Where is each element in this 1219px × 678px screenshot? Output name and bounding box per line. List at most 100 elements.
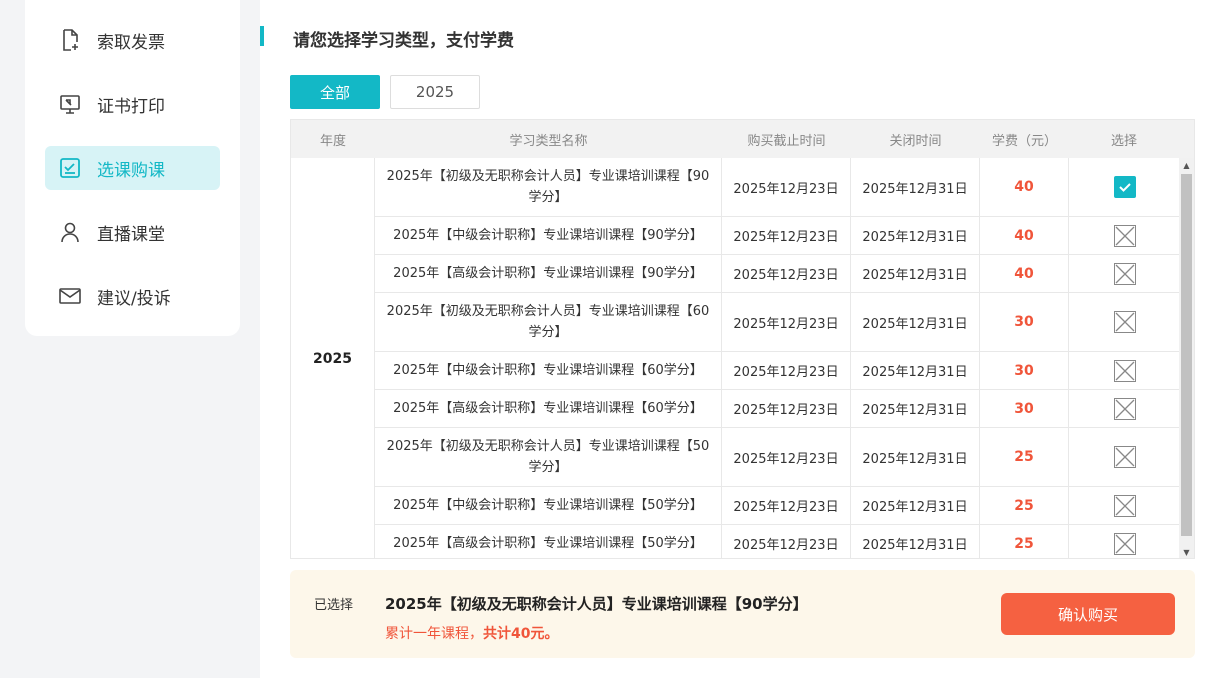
filter-2025-button[interactable]: 2025 — [390, 75, 480, 109]
cross-box-icon — [1115, 447, 1135, 467]
sidebar: 索取发票 证书打印 选课购课 直播课堂 建议/投诉 — [25, 0, 240, 336]
checkbox-disabled[interactable] — [1114, 397, 1136, 420]
select-cell — [1069, 390, 1181, 427]
column-header-select: 选择 — [1110, 133, 1137, 149]
sidebar-item-course-select[interactable]: 选课购课 — [45, 146, 220, 190]
deadline-cell: 2025年12月23日 — [722, 487, 851, 524]
course-name-cell: 2025年【初级及无职称会计人员】专业课培训课程【90学分】 — [375, 158, 722, 216]
cross-box-icon — [1115, 496, 1135, 515]
close-date-cell: 2025年12月31日 — [851, 525, 980, 558]
checkbox-checked[interactable] — [1114, 176, 1136, 198]
fee-cell: 25 — [980, 428, 1069, 486]
fee-cell: 40 — [980, 217, 1069, 254]
deadline-cell: 2025年12月23日 — [722, 217, 851, 254]
cross-box-icon — [1115, 361, 1135, 380]
sidebar-item-label: 选课购课 — [97, 160, 165, 181]
sidebar-item-label: 索取发票 — [97, 32, 165, 53]
select-cell — [1069, 525, 1181, 558]
sidebar-item-certificate[interactable]: 证书打印 — [45, 82, 220, 126]
checkbox-disabled[interactable] — [1114, 359, 1136, 382]
deadline-cell: 2025年12月23日 — [722, 352, 851, 389]
cross-box-icon — [1115, 264, 1135, 283]
filter-all-button[interactable]: 全部 — [290, 75, 380, 109]
checkbox-disabled[interactable] — [1114, 532, 1136, 555]
select-cell — [1069, 428, 1181, 486]
table-row: 2025年【中级会计职称】专业课培训课程【50学分】 2025年12月23日 202… — [375, 487, 1181, 525]
check-icon — [1119, 183, 1131, 192]
table-row: 2025年【高级会计职称】专业课培训课程【90学分】 2025年12月23日 202… — [375, 255, 1181, 293]
table-row: 2025年【高级会计职称】专业课培训课程【60学分】 2025年12月23日 202… — [375, 390, 1181, 428]
checkbox-disabled[interactable] — [1114, 224, 1136, 247]
checkbox-disabled[interactable] — [1114, 494, 1136, 517]
mail-icon — [57, 283, 83, 309]
deadline-cell: 2025年12月23日 — [722, 428, 851, 486]
selected-course-name: 2025年【初级及无职称会计人员】专业课培训课程【90学分】 — [385, 595, 808, 613]
course-name-cell: 2025年【中级会计职称】专业课培训课程【90学分】 — [375, 217, 722, 254]
course-name-cell: 2025年【初级及无职称会计人员】专业课培训课程【60学分】 — [375, 293, 722, 351]
scroll-up-arrow-icon[interactable]: ▲ — [1179, 158, 1194, 173]
cross-box-icon — [1115, 226, 1135, 245]
column-header-close: 关闭时间 — [889, 133, 942, 149]
selected-label: 已选择 — [314, 598, 354, 613]
checkbox-disabled[interactable] — [1114, 311, 1136, 333]
main-panel: 请您选择学习类型，支付学费 全部 2025 年度 学习类型名称 购买截止时间 关… — [260, 0, 1219, 678]
total-note-prefix: 累计一年课程， — [385, 626, 483, 642]
checkbox-disabled[interactable] — [1114, 446, 1136, 468]
confirm-purchase-button[interactable]: 确认购买 — [1001, 593, 1175, 635]
sidebar-item-label: 建议/投诉 — [97, 288, 171, 309]
deadline-cell: 2025年12月23日 — [722, 390, 851, 427]
table-row: 2025年【高级会计职称】专业课培训课程【50学分】 2025年12月23日 202… — [375, 525, 1181, 558]
close-date-cell: 2025年12月31日 — [851, 487, 980, 524]
total-amount: 共计40元。 — [483, 626, 559, 642]
column-header-name: 学习类型名称 — [509, 133, 588, 149]
course-name-cell: 2025年【高级会计职称】专业课培训课程【50学分】 — [375, 525, 722, 558]
course-name-cell: 2025年【初级及无职称会计人员】专业课培训课程【50学分】 — [375, 428, 722, 486]
fee-cell: 30 — [980, 352, 1069, 389]
page-title: 请您选择学习类型，支付学费 — [293, 31, 514, 51]
table-row: 2025年【初级及无职称会计人员】专业课培训课程【60学分】 2025年12月23… — [375, 293, 1181, 352]
selected-total-note: 累计一年课程，共计40元。 — [385, 623, 558, 643]
sidebar-item-invoice[interactable]: 索取发票 — [45, 18, 220, 62]
close-date-cell: 2025年12月31日 — [851, 428, 980, 486]
deadline-cell: 2025年12月23日 — [722, 525, 851, 558]
fee-cell: 25 — [980, 525, 1069, 558]
close-date-cell: 2025年12月31日 — [851, 390, 980, 427]
fee-cell: 40 — [980, 255, 1069, 292]
deadline-cell: 2025年12月23日 — [722, 255, 851, 292]
sidebar-item-label: 直播课堂 — [97, 224, 165, 245]
course-name-cell: 2025年【高级会计职称】专业课培训课程【90学分】 — [375, 255, 722, 292]
table-rows: 2025年【初级及无职称会计人员】专业课培训课程【90学分】 2025年12月23… — [375, 158, 1181, 558]
year-cell: 2025 — [291, 158, 375, 558]
course-table: 年度 学习类型名称 购买截止时间 关闭时间 学费（元） 选择 2025 2025… — [290, 119, 1195, 559]
cross-box-icon — [1115, 534, 1135, 553]
sidebar-item-live-class[interactable]: 直播课堂 — [45, 210, 220, 254]
course-name-cell: 2025年【高级会计职称】专业课培训课程【60学分】 — [375, 390, 722, 427]
select-cell — [1069, 352, 1181, 389]
scroll-thumb[interactable] — [1181, 174, 1192, 536]
monitor-icon — [57, 91, 83, 117]
table-row: 2025年【中级会计职称】专业课培训课程【90学分】 2025年12月23日 202… — [375, 217, 1181, 255]
select-cell — [1069, 255, 1181, 292]
close-date-cell: 2025年12月31日 — [851, 255, 980, 292]
table-row: 2025年【初级及无职称会计人员】专业课培训课程【50学分】 2025年12月23… — [375, 428, 1181, 487]
sidebar-item-feedback[interactable]: 建议/投诉 — [45, 274, 220, 318]
close-date-cell: 2025年12月31日 — [851, 158, 980, 216]
select-cell — [1069, 217, 1181, 254]
title-accent-bar — [260, 26, 264, 46]
course-name-cell: 2025年【中级会计职称】专业课培训课程【60学分】 — [375, 352, 722, 389]
table-row: 2025年【中级会计职称】专业课培训课程【60学分】 2025年12月23日 202… — [375, 352, 1181, 390]
close-date-cell: 2025年12月31日 — [851, 352, 980, 389]
table-row: 2025年【初级及无职称会计人员】专业课培训课程【90学分】 2025年12月23… — [375, 158, 1181, 217]
selection-summary: 已选择 2025年【初级及无职称会计人员】专业课培训课程【90学分】 累计一年课… — [290, 570, 1195, 658]
checklist-icon — [57, 155, 83, 181]
select-cell — [1069, 293, 1181, 351]
checkbox-disabled[interactable] — [1114, 262, 1136, 285]
fee-cell: 40 — [980, 158, 1069, 216]
scroll-down-arrow-icon[interactable]: ▼ — [1179, 545, 1194, 558]
close-date-cell: 2025年12月31日 — [851, 217, 980, 254]
select-cell — [1069, 158, 1181, 216]
cross-box-icon — [1115, 312, 1135, 332]
column-header-year: 年度 — [319, 133, 346, 149]
sidebar-item-label: 证书打印 — [97, 96, 165, 117]
table-scrollbar[interactable]: ▲ ▼ — [1179, 158, 1194, 558]
